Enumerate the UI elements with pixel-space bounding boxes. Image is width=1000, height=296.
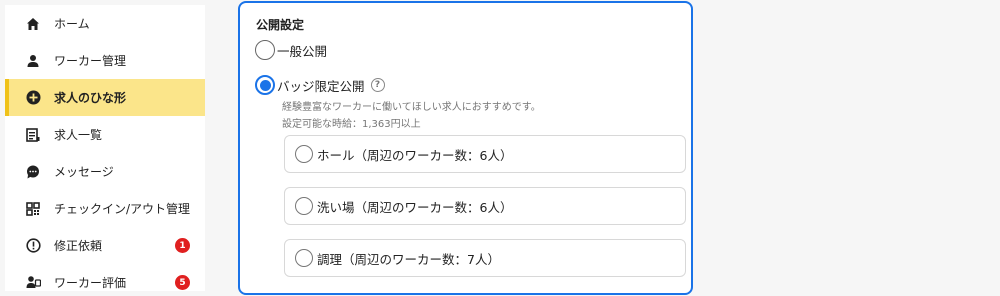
chat-bubble-icon	[25, 164, 41, 180]
notification-badge: 1	[175, 238, 190, 253]
sidebar-item-messages[interactable]: メッセージ	[5, 153, 205, 190]
person-icon	[25, 53, 41, 69]
sidebar-item-job-list[interactable]: 求人一覧	[5, 116, 205, 153]
sidebar-item-home[interactable]: ホーム	[5, 5, 205, 42]
radio-public[interactable]: 一般公開	[255, 40, 327, 60]
sidebar-item-job-templates[interactable]: 求人のひな形	[5, 79, 205, 116]
sidebar-item-label: 求人のひな形	[54, 91, 127, 105]
badge-option-hall[interactable]: ホール（周辺のワーカー数：6人）	[284, 135, 686, 173]
sidebar-item-label: 求人一覧	[54, 128, 103, 142]
radio-public-indicator[interactable]	[255, 40, 275, 60]
badge-option-label: 調理（周辺のワーカー数：7人）	[317, 251, 500, 267]
badge-limited-description: 経験豊富なワーカーに働いてほしい求人におすすめです。	[282, 102, 541, 113]
notification-badge: 5	[175, 275, 190, 290]
help-icon[interactable]: ?	[370, 78, 385, 92]
alert-circle-icon	[25, 238, 41, 254]
badge-option-label: ホール（周辺のワーカー数：6人）	[317, 147, 513, 163]
sidebar-item-workers[interactable]: ワーカー管理	[5, 42, 205, 79]
sidebar-item-corrections[interactable]: 修正依頼 1	[5, 227, 205, 264]
home-icon	[25, 16, 41, 32]
section-title: 公開設定	[256, 18, 305, 32]
sidebar-item-label: ワーカー管理	[54, 54, 127, 68]
collapse-sidebar-icon[interactable]: «	[201, 5, 205, 15]
sidebar-item-label: ワーカー評価	[54, 276, 127, 290]
badge-option-dishwashing[interactable]: 洗い場（周辺のワーカー数：6人）	[284, 187, 686, 225]
radio-cooking-indicator[interactable]	[295, 249, 313, 267]
radio-badge-limited[interactable]: バッジ限定公開 ?	[255, 75, 385, 95]
sidebar-item-label: チェックイン/アウト管理	[54, 202, 191, 216]
sidebar-item-checkin[interactable]: チェックイン/アウト管理	[5, 190, 205, 227]
radio-hall-indicator[interactable]	[295, 145, 313, 163]
radio-dishwashing-indicator[interactable]	[295, 197, 313, 215]
sidebar: ホーム ワーカー管理 求人のひな形 求人一覧 メッセージ チェックイン/アウト管…	[5, 5, 205, 291]
app-frame: ホーム ワーカー管理 求人のひな形 求人一覧 メッセージ チェックイン/アウト管…	[0, 0, 1000, 296]
qr-code-icon	[25, 201, 41, 217]
radio-public-label: 一般公開	[277, 43, 328, 59]
person-rating-icon	[25, 275, 41, 291]
sidebar-item-label: メッセージ	[54, 165, 114, 179]
sidebar-item-worker-ratings[interactable]: ワーカー評価 5	[5, 264, 205, 291]
sidebar-item-label: ホーム	[54, 17, 90, 31]
plus-circle-icon	[25, 90, 41, 106]
radio-badge-limited-label: バッジ限定公開	[277, 78, 365, 94]
wage-note: 設定可能な時給：1,363円以上	[282, 119, 421, 130]
badge-option-label: 洗い場（周辺のワーカー数：6人）	[317, 199, 513, 215]
list-icon	[25, 127, 41, 143]
badge-option-cooking[interactable]: 調理（周辺のワーカー数：7人）	[284, 239, 686, 277]
radio-badge-limited-indicator[interactable]	[255, 75, 275, 95]
publish-settings-panel: 公開設定 一般公開 バッジ限定公開 ? 経験豊富なワーカーに働いてほしい求人にお…	[238, 1, 693, 295]
sidebar-item-label: 修正依頼	[54, 239, 103, 253]
